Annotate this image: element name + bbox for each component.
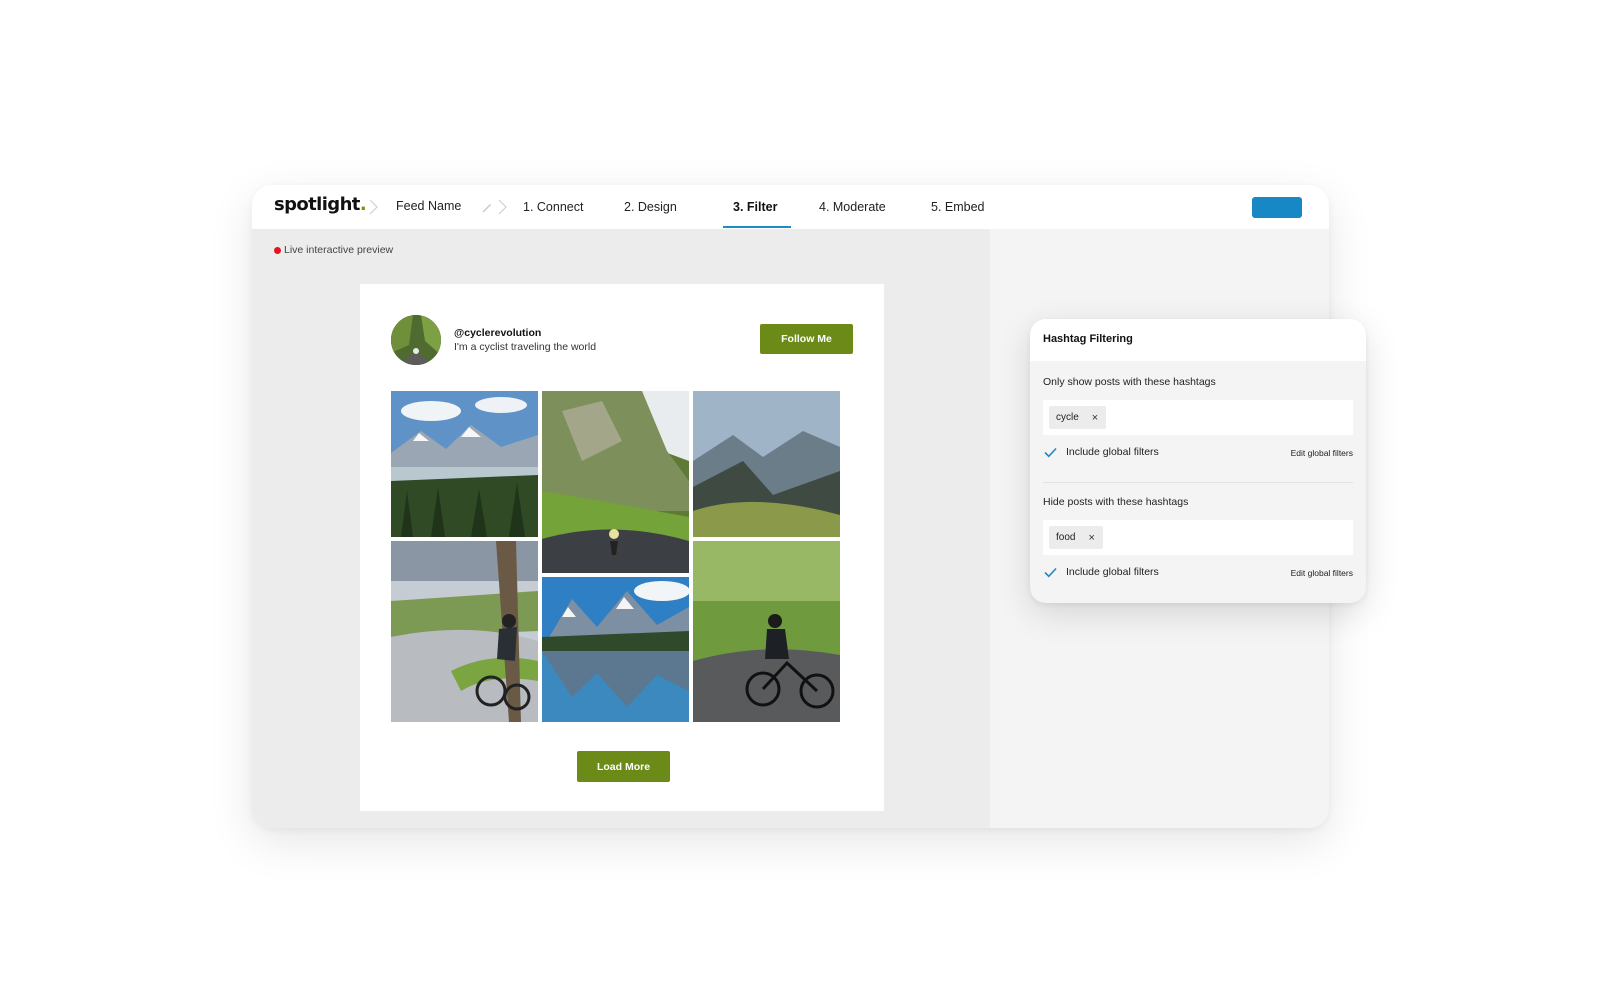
tab-moderate[interactable]: 4. Moderate	[819, 185, 886, 229]
mountain-valley-photo[interactable]	[693, 391, 840, 537]
hashtag-chip-label: food	[1056, 532, 1076, 543]
spotlight-logo[interactable]: spotlight.	[274, 194, 367, 215]
panel-header: Hashtag Filtering	[1030, 319, 1366, 361]
chevron-right-icon	[498, 199, 507, 215]
tab-connect[interactable]: 1. Connect	[523, 185, 583, 229]
save-button[interactable]	[1252, 197, 1302, 218]
live-preview-area: Live interactive preview @cyclerevolutio…	[252, 229, 990, 828]
profile-handle[interactable]: @cyclerevolution	[454, 327, 541, 339]
checkmark-icon[interactable]	[1044, 567, 1057, 578]
live-preview-label: Live interactive preview	[284, 244, 394, 256]
feed-preview-card: @cyclerevolution I'm a cyclist traveling…	[360, 284, 884, 811]
cliff-road-cyclist-photo[interactable]	[542, 391, 689, 573]
top-navigation-bar: spotlight. Feed Name 1. Connect 2. Desig…	[252, 185, 1329, 229]
follow-button[interactable]: Follow Me	[760, 324, 853, 354]
pencil-icon[interactable]	[481, 201, 493, 213]
checkmark-icon[interactable]	[1044, 447, 1057, 458]
exclude-hashtags-label: Hide posts with these hashtags	[1043, 496, 1189, 508]
panel-title: Hashtag Filtering	[1043, 333, 1133, 345]
feed-name-breadcrumb[interactable]: Feed Name	[396, 199, 461, 213]
tab-embed[interactable]: 5. Embed	[931, 185, 985, 229]
include-hashtags-input[interactable]: cycle ×	[1043, 400, 1353, 435]
edit-global-filters-link[interactable]: Edit global filters	[1291, 448, 1353, 458]
edit-global-filters-link[interactable]: Edit global filters	[1291, 568, 1353, 578]
remove-chip-icon[interactable]: ×	[1088, 532, 1094, 544]
profile-bio: I'm a cyclist traveling the world	[454, 341, 597, 353]
mountain-lake-photo[interactable]	[391, 391, 538, 537]
remove-chip-icon[interactable]: ×	[1092, 412, 1098, 424]
lake-reflection-photo[interactable]	[542, 577, 689, 722]
hashtag-chip: cycle ×	[1049, 406, 1107, 429]
include-global-filters-label[interactable]: Include global filters	[1066, 446, 1159, 458]
hashtag-chip: food ×	[1049, 526, 1103, 549]
exclude-hashtags-input[interactable]: food ×	[1043, 520, 1353, 555]
logo-text: spotlight	[274, 194, 360, 215]
section-divider	[1043, 482, 1353, 483]
cyclist-curve-photo[interactable]	[391, 541, 538, 722]
include-global-filters-label[interactable]: Include global filters	[1066, 566, 1159, 578]
hashtag-chip-label: cycle	[1056, 412, 1079, 423]
avatar[interactable]	[391, 315, 441, 365]
live-indicator-dot	[274, 247, 281, 254]
tab-filter[interactable]: 3. Filter	[733, 185, 777, 229]
chevron-right-icon	[369, 199, 378, 215]
tab-design[interactable]: 2. Design	[624, 185, 677, 229]
active-tab-indicator	[723, 226, 791, 228]
include-hashtags-label: Only show posts with these hashtags	[1043, 376, 1216, 388]
hashtag-filtering-panel: Hashtag Filtering Only show posts with t…	[1030, 319, 1366, 603]
load-more-button[interactable]: Load More	[577, 751, 670, 782]
cyclist-motion-photo[interactable]	[693, 541, 840, 722]
